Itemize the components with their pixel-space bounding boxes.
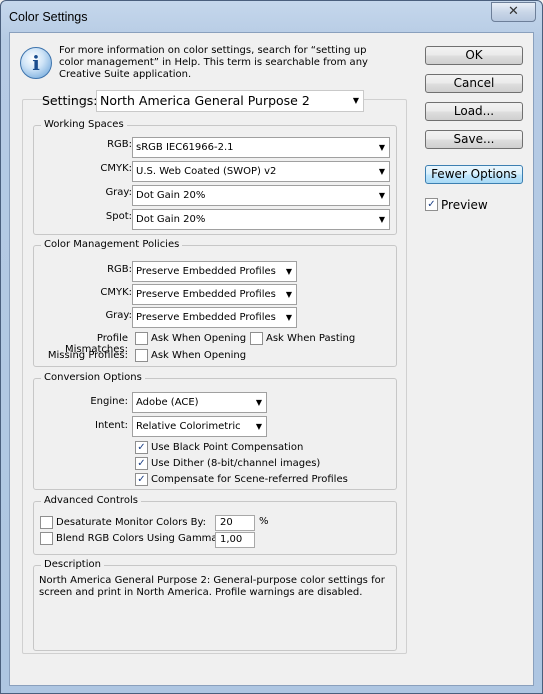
rgb-working-space-value: sRGB IEC61966-2.1 — [136, 142, 234, 153]
policy-rgb-label: RGB: — [107, 264, 132, 275]
policies-title: Color Management Policies — [41, 239, 183, 250]
gray-working-space-dropdown[interactable]: Dot Gain 20% ▼ — [132, 185, 390, 206]
scene-referred-label: Compensate for Scene-referred Profiles — [151, 474, 348, 485]
preview-checkbox[interactable]: ✓ — [425, 198, 438, 211]
spot-working-space-value: Dot Gain 20% — [136, 214, 206, 225]
working-spaces-group: Working Spaces RGB: sRGB IEC61966-2.1 ▼ … — [33, 119, 397, 235]
blend-gamma-input[interactable]: 1,00 — [215, 532, 255, 548]
desaturate-input[interactable]: 20 — [215, 515, 255, 531]
cmyk-policy-value: Preserve Embedded Profiles — [136, 289, 276, 300]
spot-label: Spot: — [105, 211, 132, 222]
cmyk-policy-dropdown[interactable]: Preserve Embedded Profiles ▼ — [132, 284, 297, 305]
rgb-working-space-dropdown[interactable]: sRGB IEC61966-2.1 ▼ — [132, 137, 390, 158]
blend-gamma-label: Blend RGB Colors Using Gamma: — [56, 533, 221, 544]
chevron-down-icon: ▼ — [352, 96, 359, 105]
mismatch-ask-pasting-checkbox[interactable] — [250, 332, 263, 345]
chevron-down-icon: ▼ — [378, 215, 385, 224]
missing-ask-opening-checkbox[interactable] — [135, 349, 148, 362]
dialog-body: i For more information on color settings… — [9, 32, 534, 686]
working-spaces-title: Working Spaces — [41, 119, 127, 130]
gray-label: Gray: — [105, 187, 132, 198]
intent-label: Intent: — [95, 420, 128, 431]
title-bar[interactable]: Color Settings ✕ — [1, 1, 542, 35]
mismatch-ask-pasting-label: Ask When Pasting — [266, 333, 356, 344]
cmyk-label: CMYK: — [100, 163, 132, 174]
chevron-down-icon: ▼ — [285, 267, 292, 276]
info-text: For more information on color settings, … — [59, 45, 368, 80]
desaturate-label: Desaturate Monitor Colors By: — [56, 517, 207, 528]
missing-ask-opening-label: Ask When Opening — [151, 350, 247, 361]
chevron-down-icon: ▼ — [285, 290, 292, 299]
engine-dropdown[interactable]: Adobe (ACE) ▼ — [132, 392, 267, 413]
mismatch-ask-opening-label: Ask When Opening — [151, 333, 247, 344]
chevron-down-icon: ▼ — [378, 143, 385, 152]
desaturate-checkbox[interactable] — [40, 516, 53, 529]
intent-dropdown[interactable]: Relative Colorimetric ▼ — [132, 416, 267, 437]
black-point-checkbox[interactable]: ✓ — [135, 441, 148, 454]
fewer-options-button[interactable]: Fewer Options — [425, 165, 523, 184]
description-title: Description — [41, 559, 104, 570]
settings-value: North America General Purpose 2 — [100, 93, 310, 108]
settings-label: Settings: — [42, 93, 98, 108]
rgb-policy-dropdown[interactable]: Preserve Embedded Profiles ▼ — [132, 261, 297, 282]
save-button[interactable]: Save... — [425, 130, 523, 149]
intent-value: Relative Colorimetric — [136, 421, 241, 432]
color-settings-window: Color Settings ✕ i For more information … — [0, 0, 543, 694]
conversion-options-group: Conversion Options Engine: Adobe (ACE) ▼… — [33, 372, 397, 490]
description-text: North America General Purpose 2: General… — [39, 575, 385, 598]
policy-gray-label: Gray: — [105, 310, 132, 321]
gray-policy-dropdown[interactable]: Preserve Embedded Profiles ▼ — [132, 307, 297, 328]
dither-checkbox[interactable]: ✓ — [135, 457, 148, 470]
cmyk-working-space-value: U.S. Web Coated (SWOP) v2 — [136, 166, 277, 177]
chevron-down-icon: ▼ — [255, 398, 262, 407]
black-point-label: Use Black Point Compensation — [151, 442, 304, 453]
chevron-down-icon: ▼ — [255, 422, 262, 431]
dither-label: Use Dither (8-bit/channel images) — [151, 458, 321, 469]
cmyk-working-space-dropdown[interactable]: U.S. Web Coated (SWOP) v2 ▼ — [132, 161, 390, 182]
color-management-policies-group: Color Management Policies RGB: Preserve … — [33, 239, 397, 367]
settings-dropdown[interactable]: North America General Purpose 2 ▼ — [96, 90, 364, 112]
policy-cmyk-label: CMYK: — [100, 287, 132, 298]
gray-policy-value: Preserve Embedded Profiles — [136, 312, 276, 323]
preview-label: Preview — [441, 198, 488, 212]
chevron-down-icon: ▼ — [285, 313, 292, 322]
rgb-policy-value: Preserve Embedded Profiles — [136, 266, 276, 277]
window-title: Color Settings — [9, 10, 88, 24]
blend-gamma-checkbox[interactable] — [40, 532, 53, 545]
info-icon: i — [20, 47, 52, 79]
missing-profiles-label: Missing Profiles: — [47, 350, 128, 361]
engine-label: Engine: — [90, 396, 128, 407]
load-button[interactable]: Load... — [425, 102, 523, 121]
chevron-down-icon: ▼ — [378, 167, 385, 176]
engine-value: Adobe (ACE) — [136, 397, 199, 408]
scene-referred-checkbox[interactable]: ✓ — [135, 473, 148, 486]
close-button[interactable]: ✕ — [491, 2, 536, 22]
mismatch-ask-opening-checkbox[interactable] — [135, 332, 148, 345]
conversion-title: Conversion Options — [41, 372, 145, 383]
advanced-title: Advanced Controls — [41, 495, 141, 506]
chevron-down-icon: ▼ — [378, 191, 385, 200]
gray-working-space-value: Dot Gain 20% — [136, 190, 206, 201]
ok-button[interactable]: OK — [425, 46, 523, 65]
advanced-controls-group: Advanced Controls Desaturate Monitor Col… — [33, 495, 397, 555]
rgb-label: RGB: — [107, 139, 132, 150]
cancel-button[interactable]: Cancel — [425, 74, 523, 93]
percent-unit-label: % — [259, 516, 269, 527]
spot-working-space-dropdown[interactable]: Dot Gain 20% ▼ — [132, 209, 390, 230]
